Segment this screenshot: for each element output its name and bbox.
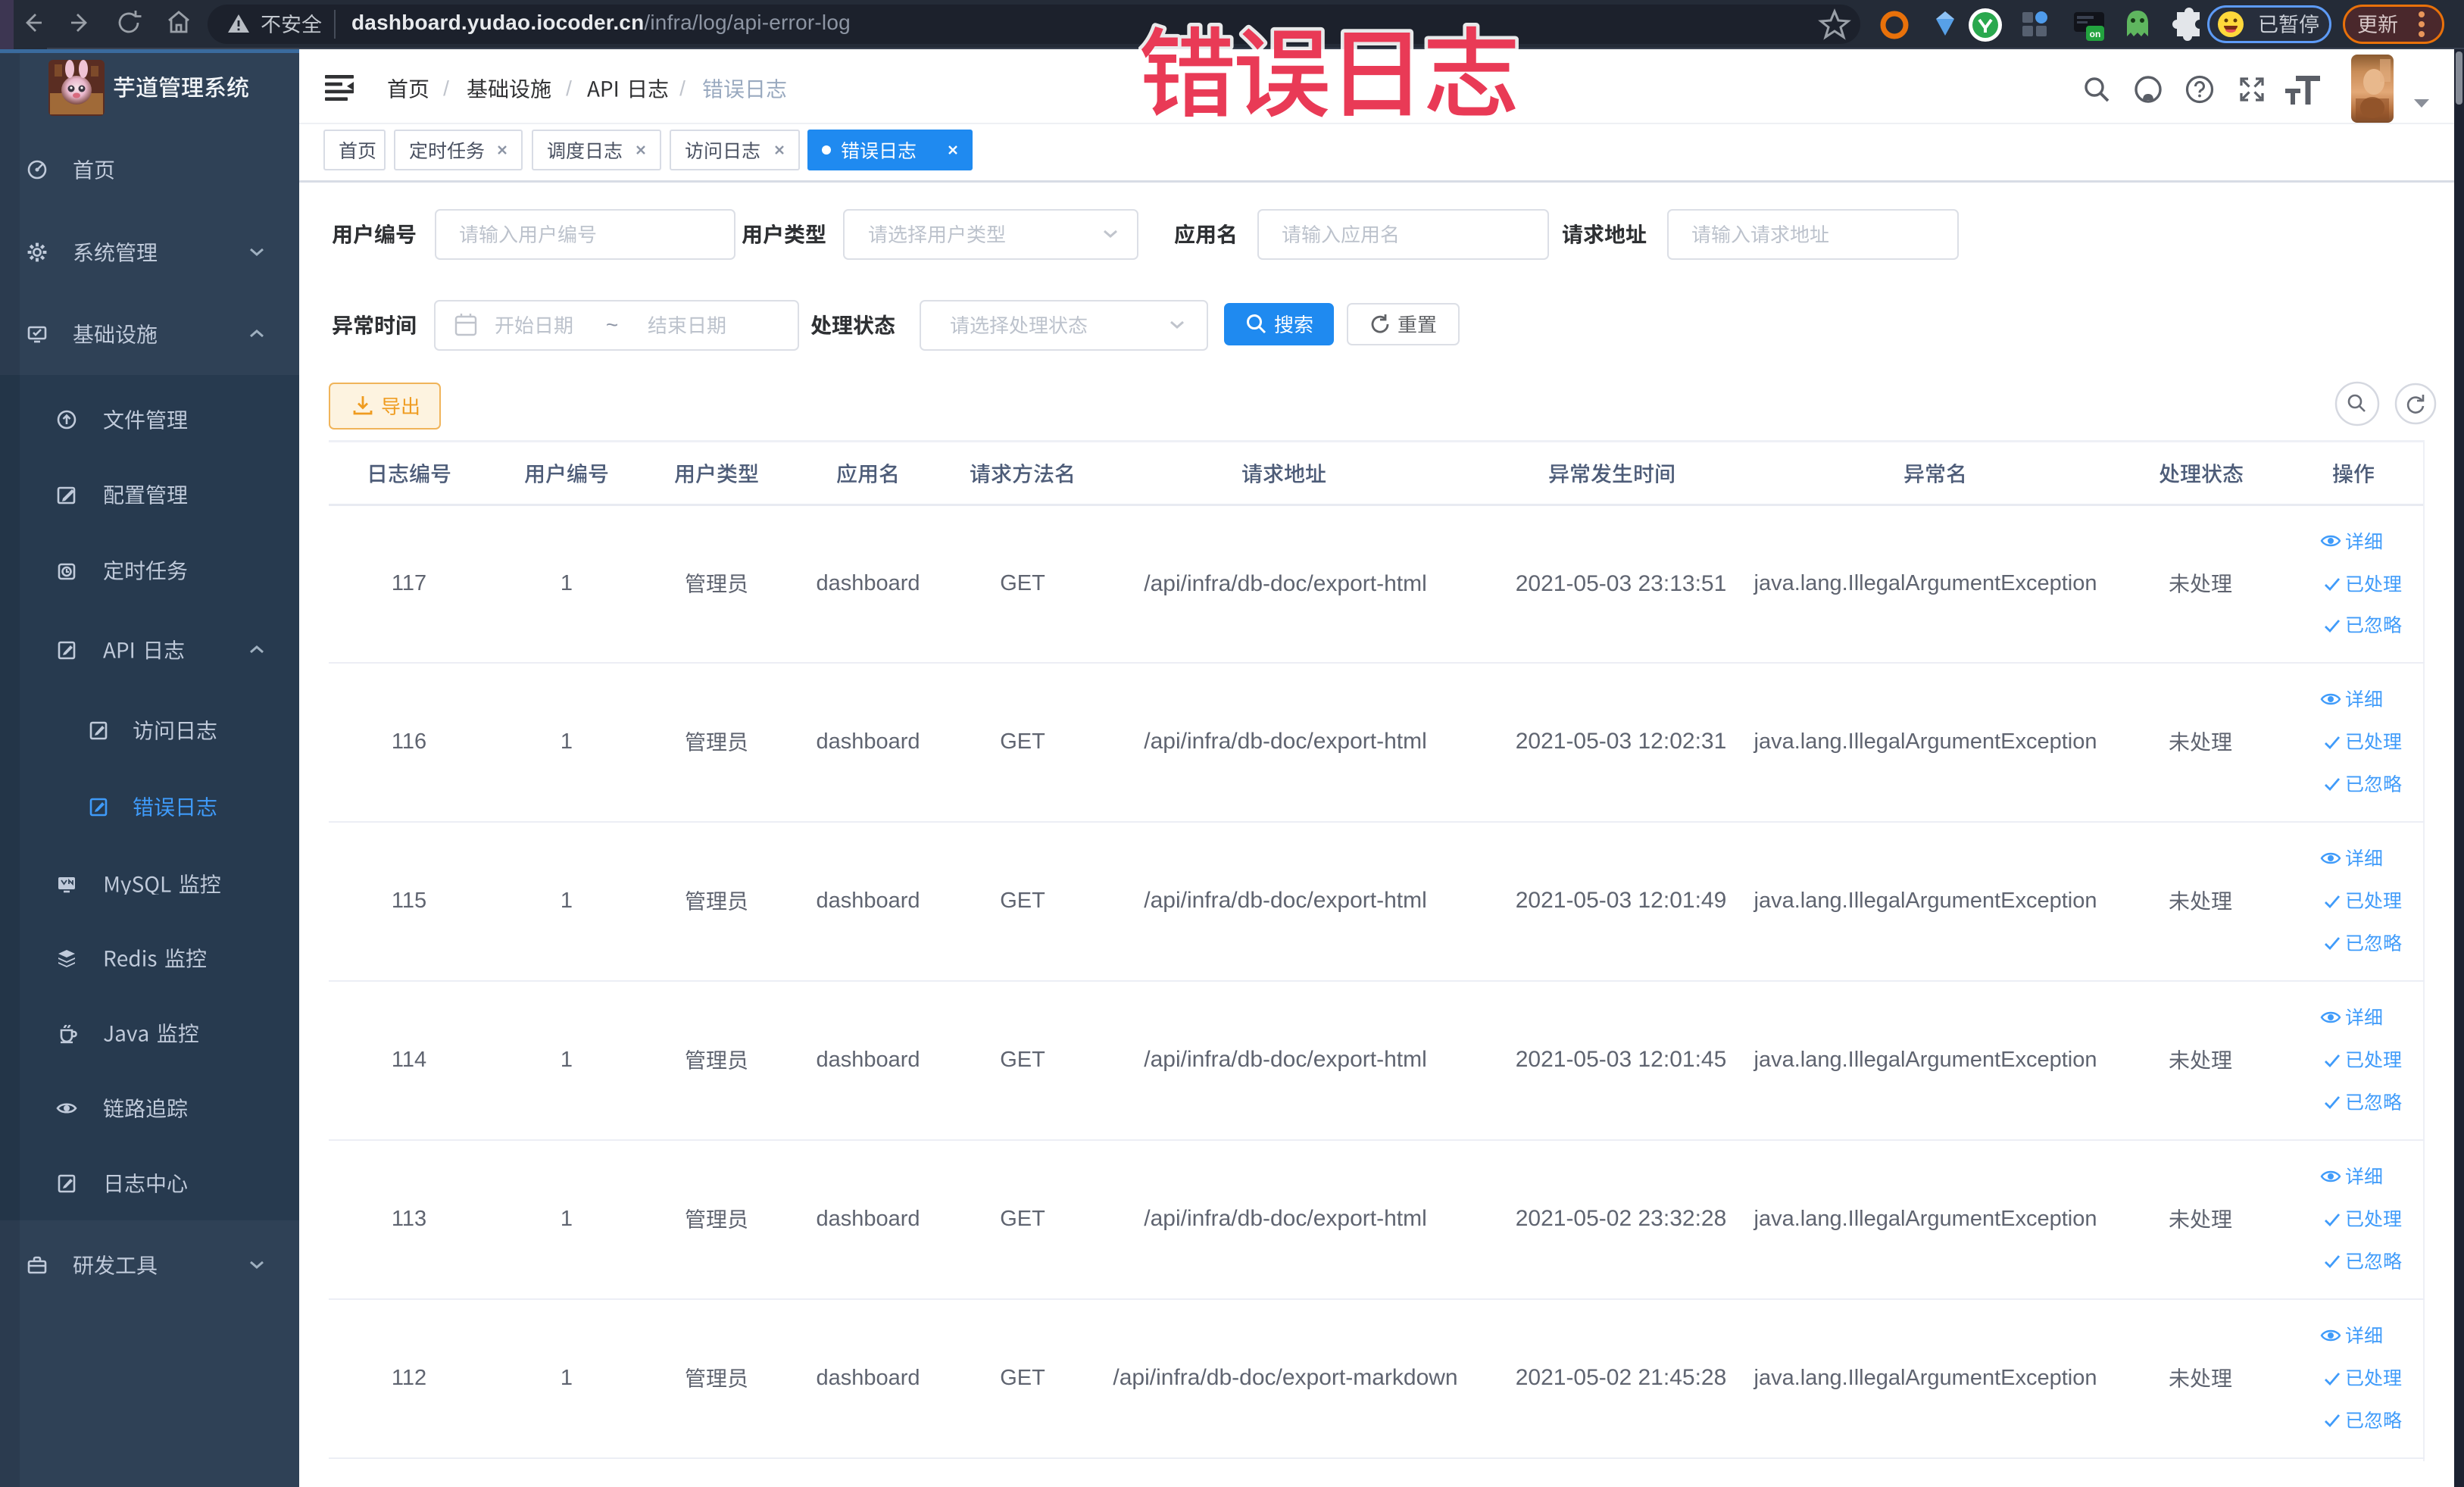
svg-text:on: on xyxy=(2090,29,2101,39)
